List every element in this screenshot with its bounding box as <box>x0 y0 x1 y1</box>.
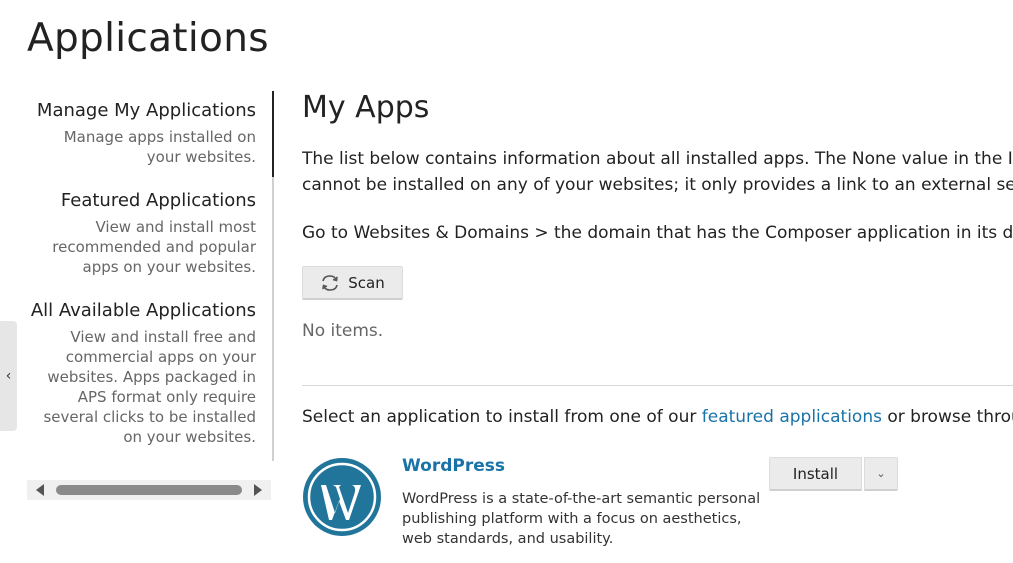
refresh-icon <box>322 274 339 291</box>
section-title: My Apps <box>302 90 430 125</box>
sidebar-horizontal-scrollbar[interactable] <box>27 480 271 500</box>
sidebar-nav: Manage My Applications Manage apps insta… <box>30 91 274 461</box>
install-button-group: Install ⌄ <box>769 457 898 491</box>
sidebar-item-featured-applications[interactable]: Featured Applications View and install m… <box>52 189 256 277</box>
app-description: WordPress is a state-of-the-art semantic… <box>402 491 761 547</box>
sidebar-item-description: View and install free and commercial app… <box>43 328 256 446</box>
scan-button[interactable]: Scan <box>302 266 403 300</box>
sidebar-item-title[interactable]: Manage My Applications <box>37 99 256 123</box>
scroll-right-arrow-icon[interactable] <box>254 484 262 496</box>
install-options-button[interactable]: ⌄ <box>864 457 898 491</box>
app-name-link[interactable]: WordPress <box>402 456 505 476</box>
scroll-left-arrow-icon[interactable] <box>36 484 44 496</box>
scrollbar-thumb[interactable] <box>56 485 242 495</box>
active-indicator <box>272 91 274 177</box>
wordpress-logo[interactable] <box>302 457 382 537</box>
chevron-down-icon: ⌄ <box>876 467 886 480</box>
composer-hint-text: Go to Websites & Domains > the domain th… <box>302 223 1013 243</box>
sidebar-item-title[interactable]: All Available Applications <box>31 299 256 323</box>
scan-button-label: Scan <box>348 273 385 292</box>
sidebar-item-all-available-applications[interactable]: All Available Applications View and inst… <box>31 299 256 447</box>
install-button[interactable]: Install <box>769 457 862 491</box>
sidebar-item-description: View and install most recommended and po… <box>52 218 256 276</box>
main-content: My Apps The list below contains informat… <box>302 85 1013 563</box>
sidebar-item-manage-my-applications[interactable]: Manage My Applications Manage apps insta… <box>37 99 256 167</box>
page-title: Applications <box>27 16 269 61</box>
select-application-text: Select an application to install from on… <box>302 407 1013 427</box>
featured-applications-link[interactable]: featured applications <box>702 407 882 427</box>
sidebar-item-title[interactable]: Featured Applications <box>52 189 256 213</box>
sidebar-collapse-button[interactable]: ‹ <box>0 321 17 431</box>
intro-text: The list below contains information abou… <box>302 149 1013 195</box>
empty-state-text: No items. <box>302 321 384 341</box>
chevron-left-icon: ‹ <box>5 368 12 384</box>
divider <box>302 385 1013 386</box>
sidebar-item-description: Manage apps installed on your websites. <box>63 128 256 166</box>
